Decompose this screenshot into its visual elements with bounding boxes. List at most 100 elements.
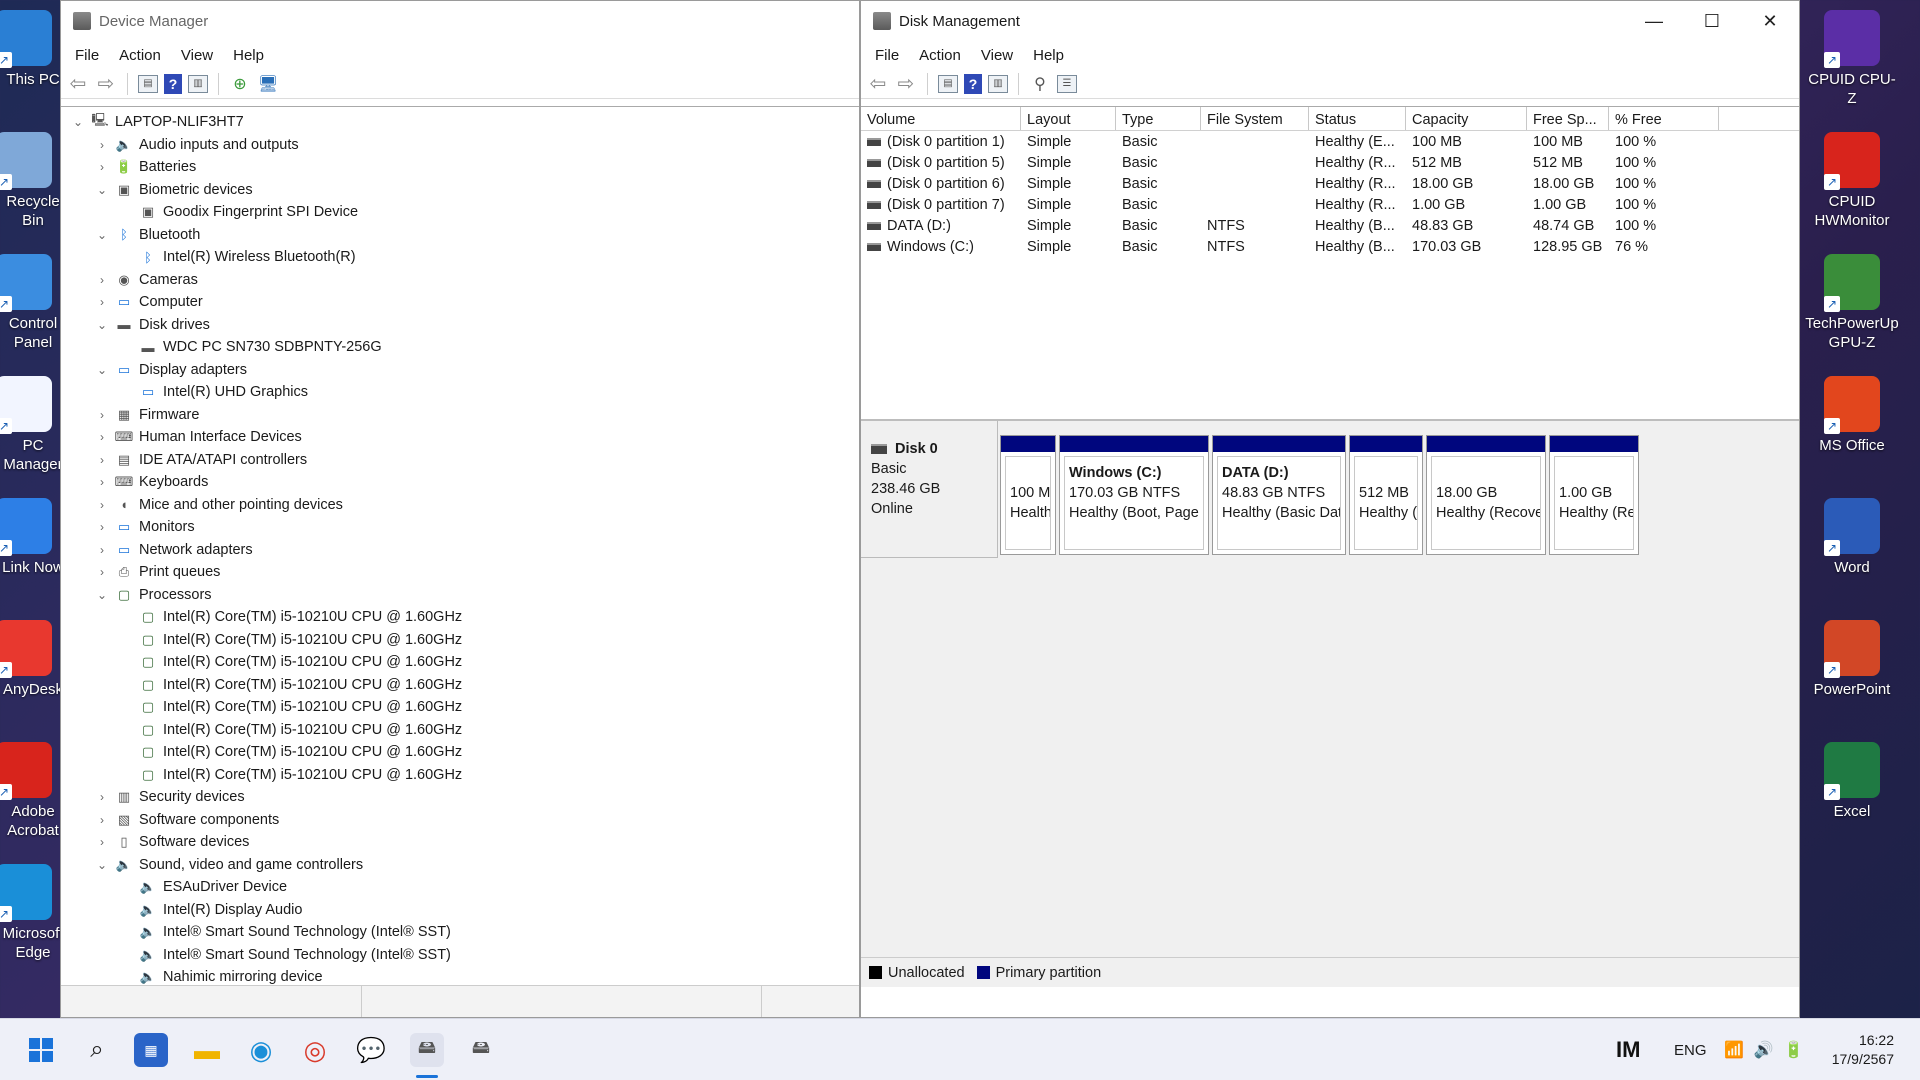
tree-node[interactable]: ▢ Intel(R) Core(TM) i5-10210U CPU @ 1.60G…: [61, 719, 859, 742]
col-file-system[interactable]: File System: [1201, 107, 1309, 130]
tree-node[interactable]: ▬ WDC PC SN730 SDBPNTY-256G: [61, 336, 859, 359]
chevron-right-icon[interactable]: ›: [93, 835, 111, 849]
chevron-right-icon[interactable]: ›: [93, 565, 111, 579]
tree-node[interactable]: ⌄ ▭ Display adapters: [61, 359, 859, 382]
update-driver-icon[interactable]: ⊕: [229, 73, 251, 95]
dm-menu-action[interactable]: Action: [909, 47, 971, 64]
tree-node[interactable]: 🔈 Intel® Smart Sound Technology (Intel® S…: [61, 921, 859, 944]
search-icon[interactable]: ⌕: [80, 1033, 114, 1067]
store-icon[interactable]: ▦: [134, 1033, 168, 1067]
col-status[interactable]: Status: [1309, 107, 1406, 130]
dm-properties-icon[interactable]: ▤: [938, 74, 958, 93]
language-indicator[interactable]: ENG: [1674, 1042, 1707, 1059]
tree-node[interactable]: › ⌨ Keyboards: [61, 471, 859, 494]
close-icon[interactable]: ✕: [1741, 1, 1799, 41]
chevron-down-icon[interactable]: ⌄: [93, 183, 111, 197]
tree-node[interactable]: ▭ Intel(R) UHD Graphics: [61, 381, 859, 404]
edge-icon[interactable]: ◉: [244, 1033, 278, 1067]
tree-node[interactable]: › ▧ Software components: [61, 809, 859, 832]
desktop-icon[interactable]: PowerPoint: [1804, 620, 1900, 699]
chevron-right-icon[interactable]: ›: [93, 543, 111, 557]
disk-management-task-icon[interactable]: 🖴: [464, 1033, 498, 1067]
wifi-icon[interactable]: 📶: [1724, 1040, 1744, 1060]
chevron-right-icon[interactable]: ›: [93, 408, 111, 422]
start-button[interactable]: [24, 1033, 58, 1067]
col-layout[interactable]: Layout: [1021, 107, 1116, 130]
chevron-right-icon[interactable]: ›: [93, 138, 111, 152]
tree-node[interactable]: › ◉ Cameras: [61, 269, 859, 292]
partition-block[interactable]: Windows (C:) 170.03 GB NTFS Healthy (Boot,…: [1059, 435, 1209, 555]
desktop-icon[interactable]: MS Office: [1804, 376, 1900, 455]
col-volume[interactable]: Volume: [861, 107, 1021, 130]
chevron-right-icon[interactable]: ›: [93, 498, 111, 512]
tree-node[interactable]: › ◖ Mice and other pointing devices: [61, 494, 859, 517]
tree-node[interactable]: › ▭ Computer: [61, 291, 859, 314]
tree-node[interactable]: › ▥ Security devices: [61, 786, 859, 809]
battery-icon[interactable]: 🔋: [1784, 1040, 1804, 1060]
chevron-down-icon[interactable]: ⌄: [93, 228, 111, 242]
tree-node[interactable]: › ▦ Firmware: [61, 404, 859, 427]
minimize-icon[interactable]: —: [1625, 1, 1683, 41]
disk-management-titlebar[interactable]: Disk Management — ☐ ✕: [861, 1, 1799, 41]
volume-row[interactable]: (Disk 0 partition 5) Simple Basic Healthy (…: [861, 152, 1799, 173]
col-type[interactable]: Type: [1116, 107, 1201, 130]
properties-icon[interactable]: ▤: [138, 74, 158, 93]
tree-node[interactable]: 🔈 ESAuDriver Device: [61, 876, 859, 899]
chevron-right-icon[interactable]: ›: [93, 295, 111, 309]
device-manager-task-icon[interactable]: 🖴: [410, 1033, 444, 1067]
tree-node[interactable]: ▢ Intel(R) Core(TM) i5-10210U CPU @ 1.60G…: [61, 764, 859, 787]
tree-node[interactable]: 🔈 Intel(R) Display Audio: [61, 899, 859, 922]
volume-row[interactable]: DATA (D:) Simple Basic NTFS Healthy (B... 48.…: [861, 215, 1799, 236]
desktop-icon[interactable]: CPUID CPU-Z: [1804, 10, 1900, 108]
tree-node[interactable]: ⌄ 🔈 Sound, video and game controllers: [61, 854, 859, 877]
tree-node[interactable]: › ▯ Software devices: [61, 831, 859, 854]
clock[interactable]: 16:22 17/9/2567: [1832, 1031, 1894, 1069]
tree-node[interactable]: 🔈 Nahimic mirroring device: [61, 966, 859, 985]
scan-hardware-icon[interactable]: 🖥: [257, 73, 279, 95]
chrome-icon[interactable]: ◎: [298, 1033, 332, 1067]
tree-root[interactable]: ⌄ 🖳 LAPTOP-NLIF3HT7: [61, 111, 859, 134]
tree-node[interactable]: › 🔋 Batteries: [61, 156, 859, 179]
tree-node[interactable]: ⌄ ▬ Disk drives: [61, 314, 859, 337]
chevron-right-icon[interactable]: ›: [93, 475, 111, 489]
col-capacity[interactable]: Capacity: [1406, 107, 1527, 130]
file-explorer-icon[interactable]: ▬: [190, 1033, 224, 1067]
disk-0-label[interactable]: Disk 0 Basic 238.46 GB Online: [861, 421, 998, 558]
dm-menu-view[interactable]: View: [971, 47, 1023, 64]
col-percent-free[interactable]: % Free: [1609, 107, 1719, 130]
chevron-down-icon[interactable]: ⌄: [69, 115, 87, 129]
menu-action[interactable]: Action: [109, 47, 171, 64]
volume-icon[interactable]: 🔊: [1754, 1040, 1774, 1060]
chevron-right-icon[interactable]: ›: [93, 790, 111, 804]
partition-block[interactable]: 1.00 GB Healthy (Reco: [1549, 435, 1639, 555]
tree-node[interactable]: ▢ Intel(R) Core(TM) i5-10210U CPU @ 1.60G…: [61, 606, 859, 629]
forward-arrow-icon[interactable]: ⇨: [95, 73, 117, 95]
tree-node[interactable]: ⌄ ᛒ Bluetooth: [61, 224, 859, 247]
back-arrow-icon[interactable]: ⇦: [67, 73, 89, 95]
tree-node[interactable]: › ▤ IDE ATA/ATAPI controllers: [61, 449, 859, 472]
desktop-icon[interactable]: Word: [1804, 498, 1900, 577]
partition-block[interactable]: 100 MB Healthy: [1000, 435, 1056, 555]
tree-node[interactable]: 🔈 Intel® Smart Sound Technology (Intel® S…: [61, 944, 859, 967]
volume-row[interactable]: (Disk 0 partition 1) Simple Basic Healthy (…: [861, 131, 1799, 152]
device-manager-titlebar[interactable]: Device Manager: [61, 1, 859, 41]
partition-block[interactable]: 512 MB Healthy (Re: [1349, 435, 1423, 555]
menu-file[interactable]: File: [65, 47, 109, 64]
volume-row[interactable]: Windows (C:) Simple Basic NTFS Healthy (B...…: [861, 236, 1799, 257]
view-icon[interactable]: ▥: [188, 74, 208, 93]
dm-help-icon[interactable]: ?: [964, 73, 982, 94]
desktop-icon[interactable]: CPUID HWMonitor: [1804, 132, 1900, 230]
chevron-right-icon[interactable]: ›: [93, 520, 111, 534]
tree-node[interactable]: ▣ Goodix Fingerprint SPI Device: [61, 201, 859, 224]
desktop-icon[interactable]: TechPowerUp GPU-Z: [1804, 254, 1900, 352]
chevron-down-icon[interactable]: ⌄: [93, 858, 111, 872]
tree-node[interactable]: ᛒ Intel(R) Wireless Bluetooth(R): [61, 246, 859, 269]
maximize-icon[interactable]: ☐: [1683, 1, 1741, 41]
chevron-down-icon[interactable]: ⌄: [93, 318, 111, 332]
chevron-right-icon[interactable]: ›: [93, 453, 111, 467]
dm-connect-icon[interactable]: ⚲: [1029, 73, 1051, 95]
tree-node[interactable]: ▢ Intel(R) Core(TM) i5-10210U CPU @ 1.60G…: [61, 741, 859, 764]
tree-node[interactable]: ⌄ ▣ Biometric devices: [61, 179, 859, 202]
partition-block[interactable]: DATA (D:) 48.83 GB NTFS Healthy (Basic Dat…: [1212, 435, 1346, 555]
chevron-right-icon[interactable]: ›: [93, 430, 111, 444]
